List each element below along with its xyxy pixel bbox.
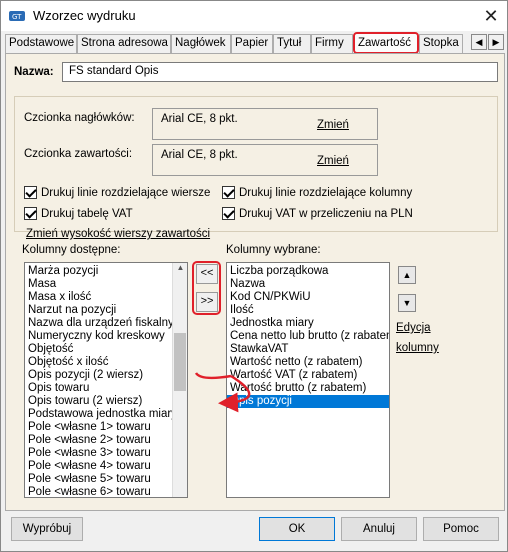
list-item[interactable]: Ilość: [227, 304, 389, 317]
row-lines-checkbox[interactable]: Drukuj linie rozdzielające wiersze: [24, 186, 210, 199]
svg-text:GT: GT: [12, 13, 22, 21]
checkbox-checked-icon[interactable]: [222, 186, 235, 199]
list-item[interactable]: Masa x ilość: [25, 291, 187, 304]
tab-bar: Podstawowe Strona adresowa Nagłówek Papi…: [5, 32, 505, 54]
list-item[interactable]: Pole <własne 4> towaru: [25, 460, 187, 473]
tab-zawartosc[interactable]: Zawartość: [353, 32, 419, 54]
list-item[interactable]: Liczba porządkowa: [227, 265, 389, 278]
content-panel: Nazwa: FS standard Opis Czcionka nagłówk…: [5, 53, 505, 511]
list-item[interactable]: Opis pozycji (2 wiersz): [25, 369, 187, 382]
selected-columns-label: Kolumny wybrane:: [226, 244, 321, 256]
close-icon[interactable]: ✕: [479, 4, 503, 28]
vat-pln-label: Drukuj VAT w przeliczeniu na PLN: [239, 207, 413, 220]
checkbox-checked-icon[interactable]: [222, 207, 235, 220]
list-item[interactable]: Pole <własne 3> towaru: [25, 447, 187, 460]
list-item[interactable]: Opis towaru: [25, 382, 187, 395]
list-item[interactable]: Cena netto lub brutto (z rabatem: [227, 330, 389, 343]
row-lines-label: Drukuj linie rozdzielające wiersze: [41, 186, 211, 199]
list-item[interactable]: Numeryczny kod kreskowy: [25, 330, 187, 343]
list-item[interactable]: Podstawowa jednostka miary: [25, 408, 187, 421]
list-item[interactable]: Narzut na pozycji: [25, 304, 187, 317]
vat-table-label: Drukuj tabelę VAT: [41, 207, 133, 220]
help-button[interactable]: Pomoc: [423, 517, 499, 541]
scroll-thumb[interactable]: [174, 333, 186, 391]
selected-columns-list[interactable]: Liczba porządkowa Nazwa Kod CN/PKWiU Ilość J…: [226, 262, 390, 498]
list-item[interactable]: Wartość brutto (z rabatem): [227, 382, 389, 395]
vat-table-checkbox[interactable]: Drukuj tabelę VAT: [24, 207, 133, 220]
content-font-box: Arial CE, 8 pkt. Zmień: [152, 144, 378, 176]
available-list-scrollbar[interactable]: ▲: [172, 263, 187, 497]
tab-scroll-left-icon[interactable]: ◀: [471, 34, 487, 50]
list-item[interactable]: Marża pozycji: [25, 265, 187, 278]
content-font-label: Czcionka zawartości:: [24, 148, 133, 160]
ok-button[interactable]: OK: [259, 517, 335, 541]
vat-pln-checkbox[interactable]: Drukuj VAT w przeliczeniu na PLN: [222, 207, 413, 220]
app-icon: GT: [9, 11, 25, 21]
header-font-change-link[interactable]: Zmień: [317, 119, 349, 131]
list-item[interactable]: Jednostka miary: [227, 317, 389, 330]
header-font-box: Arial CE, 8 pkt. Zmień: [152, 108, 378, 140]
move-down-icon[interactable]: ▼: [398, 294, 416, 312]
edit-column-link-line2[interactable]: kolumny: [396, 342, 439, 354]
tab-papier[interactable]: Papier: [231, 34, 273, 53]
list-item[interactable]: Masa: [25, 278, 187, 291]
checkbox-checked-icon[interactable]: [24, 207, 37, 220]
list-item[interactable]: Opis pozycji: [227, 395, 389, 408]
col-lines-label: Drukuj linie rozdzielające kolumny: [239, 186, 413, 199]
list-item[interactable]: Nazwa: [227, 278, 389, 291]
name-label: Nazwa:: [14, 66, 54, 78]
tab-firmy[interactable]: Firmy: [311, 34, 353, 53]
list-item[interactable]: Pole <własne 1> towaru: [25, 421, 187, 434]
cancel-button[interactable]: Anuluj: [341, 517, 417, 541]
header-font-value: Arial CE, 8 pkt.: [161, 113, 238, 125]
available-columns-list[interactable]: Marża pozycji Masa Masa x ilość Narzut na p…: [24, 262, 188, 498]
tab-scroll-right-icon[interactable]: ▶: [488, 34, 504, 50]
list-item[interactable]: Nazwa dla urządzeń fiskalnych: [25, 317, 187, 330]
list-item[interactable]: Pole <własne 6> towaru: [25, 486, 187, 497]
dialog-window: GT Wzorzec wydruku ✕ Podstawowe Strona a…: [0, 0, 508, 552]
list-item[interactable]: Objętość x ilość: [25, 356, 187, 369]
list-item[interactable]: Objętość: [25, 343, 187, 356]
checkbox-checked-icon[interactable]: [24, 186, 37, 199]
name-input[interactable]: FS standard Opis: [62, 62, 498, 82]
tab-naglowek[interactable]: Nagłówek: [171, 34, 231, 53]
window-title: Wzorzec wydruku: [33, 8, 136, 23]
list-item[interactable]: Wartość VAT (z rabatem): [227, 369, 389, 382]
change-row-height-link[interactable]: Zmień wysokość wierszy zawartości: [26, 228, 210, 240]
list-item[interactable]: Pole <własne 2> towaru: [25, 434, 187, 447]
list-item[interactable]: Opis towaru (2 wiersz): [25, 395, 187, 408]
edit-column-link[interactable]: Edycja: [396, 322, 431, 334]
title-bar: GT Wzorzec wydruku ✕: [1, 1, 507, 31]
scroll-up-icon[interactable]: ▲: [173, 263, 187, 272]
list-item[interactable]: Pole <własne 5> towaru: [25, 473, 187, 486]
remove-column-button[interactable]: >>: [196, 292, 218, 312]
available-columns-label: Kolumny dostępne:: [22, 244, 121, 256]
content-font-value: Arial CE, 8 pkt.: [161, 149, 238, 161]
add-column-button[interactable]: <<: [196, 264, 218, 284]
tab-stopka[interactable]: Stopka: [419, 34, 463, 53]
tab-strona-adresowa[interactable]: Strona adresowa: [77, 34, 171, 53]
tab-tytul[interactable]: Tytuł: [273, 34, 311, 53]
list-item[interactable]: Kod CN/PKWiU: [227, 291, 389, 304]
content-font-change-link[interactable]: Zmień: [317, 155, 349, 167]
list-item[interactable]: StawkaVAT: [227, 343, 389, 356]
header-font-label: Czcionka nagłówków:: [24, 112, 135, 124]
tab-podstawowe[interactable]: Podstawowe: [5, 34, 77, 53]
move-up-icon[interactable]: ▲: [398, 266, 416, 284]
preview-button[interactable]: Wypróbuj: [11, 517, 83, 541]
list-item[interactable]: Wartość netto (z rabatem): [227, 356, 389, 369]
col-lines-checkbox[interactable]: Drukuj linie rozdzielające kolumny: [222, 186, 412, 199]
